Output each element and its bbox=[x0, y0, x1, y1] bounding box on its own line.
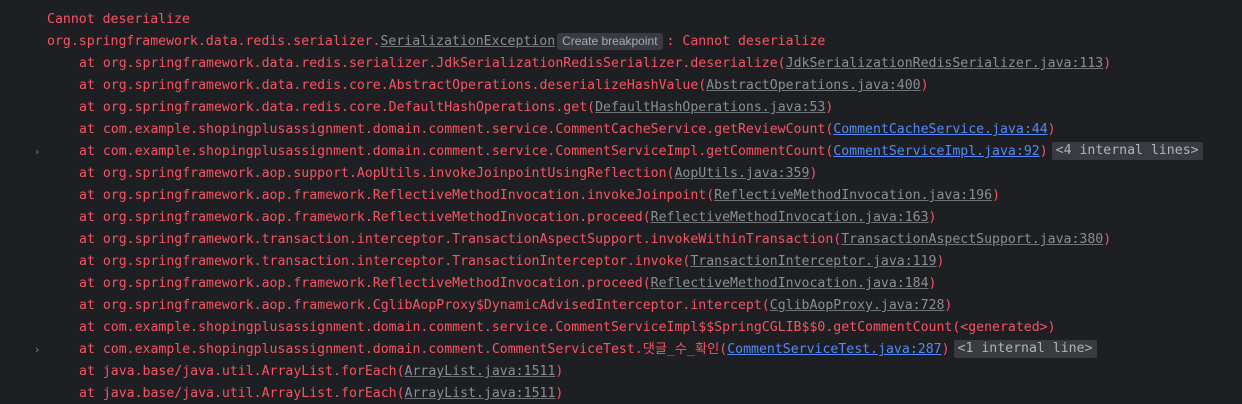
stack-frame: › at com.example.shopingplusassignment.do… bbox=[35, 339, 1242, 361]
frame-text: at org.springframework.aop.framework.Ref… bbox=[79, 276, 651, 291]
source-link[interactable]: DefaultHashOperations.java:53 bbox=[595, 100, 825, 115]
frame-text: at com.example.shopingplusassignment.dom… bbox=[79, 342, 728, 357]
source-link[interactable]: ReflectiveMethodInvocation.java:163 bbox=[651, 210, 929, 225]
source-link[interactable]: CommentServiceImpl.java:92 bbox=[833, 144, 1039, 159]
frame-suffix: ) bbox=[941, 342, 950, 357]
frame-text: at com.example.shopingplusassignment.dom… bbox=[79, 122, 834, 137]
frame-text: at java.base/java.util.ArrayList.forEach… bbox=[79, 386, 405, 401]
frame-suffix: ) bbox=[825, 100, 834, 115]
frame-text: at com.example.shopingplusassignment.dom… bbox=[79, 144, 834, 159]
stack-frame: at org.springframework.aop.framework.Ref… bbox=[47, 185, 1242, 207]
source-link[interactable]: CommentCacheService.java:44 bbox=[833, 122, 1047, 137]
exception-package: org.springframework.data.redis.serialize… bbox=[47, 34, 381, 49]
source-link[interactable]: ArrayList.java:1511 bbox=[405, 364, 556, 379]
source-link[interactable]: ArrayList.java:1511 bbox=[405, 386, 556, 401]
frame-text: at org.springframework.data.redis.serial… bbox=[79, 56, 786, 71]
frame-suffix: ) bbox=[944, 298, 953, 313]
frame-suffix: ) bbox=[555, 386, 564, 401]
frame-text: at java.base/java.util.ArrayList.forEach… bbox=[79, 364, 405, 379]
stack-frame: at com.example.shopingplusassignment.dom… bbox=[47, 317, 1242, 339]
source-link[interactable]: ReflectiveMethodInvocation.java:196 bbox=[714, 188, 992, 203]
source-link[interactable]: CommentServiceTest.java:287 bbox=[727, 342, 941, 357]
chevron-right-icon[interactable]: › bbox=[35, 141, 39, 163]
create-breakpoint-button[interactable]: Create breakpoint bbox=[557, 32, 663, 50]
console-gutter bbox=[0, 0, 34, 404]
stack-frame: at org.springframework.data.redis.core.A… bbox=[47, 75, 1242, 97]
source-link[interactable]: CglibAopProxy.java:728 bbox=[770, 298, 945, 313]
internal-lines-badge[interactable]: <4 internal lines> bbox=[1051, 142, 1203, 160]
stack-frame: at java.base/java.util.ArrayList.forEach… bbox=[47, 383, 1242, 404]
stack-frame: at com.example.shopingplusassignment.dom… bbox=[47, 119, 1242, 141]
stack-frame: at java.base/java.util.ArrayList.forEach… bbox=[47, 361, 1242, 383]
stack-frame: at org.springframework.transaction.inter… bbox=[47, 229, 1242, 251]
frame-suffix: ) bbox=[809, 166, 818, 181]
frame-suffix: ) bbox=[1103, 232, 1112, 247]
stack-frame: at org.springframework.data.redis.core.D… bbox=[47, 97, 1242, 119]
error-header: Cannot deserialize bbox=[47, 12, 190, 27]
frame-suffix: ) bbox=[992, 188, 1001, 203]
stack-frame: at org.springframework.data.redis.serial… bbox=[47, 53, 1242, 75]
frame-text: at org.springframework.aop.framework.Ref… bbox=[79, 210, 651, 225]
stack-frame: at org.springframework.aop.framework.Ref… bbox=[47, 273, 1242, 295]
stack-frame: › at com.example.shopingplusassignment.do… bbox=[35, 141, 1242, 163]
frame-suffix: ) bbox=[1039, 144, 1048, 159]
frame-text: at com.example.shopingplusassignment.dom… bbox=[79, 320, 1056, 335]
frame-text: at org.springframework.aop.framework.Ref… bbox=[79, 188, 715, 203]
frame-suffix: ) bbox=[920, 78, 929, 93]
stack-frame: at org.springframework.aop.framework.Cgl… bbox=[47, 295, 1242, 317]
frame-text: at org.springframework.aop.framework.Cgl… bbox=[79, 298, 770, 313]
internal-lines-badge[interactable]: <1 internal line> bbox=[953, 340, 1097, 358]
console-content: Cannot deserialize org.springframework.d… bbox=[35, 9, 1242, 404]
source-link[interactable]: AopUtils.java:359 bbox=[674, 166, 809, 181]
stack-frame: at org.springframework.transaction.inter… bbox=[47, 251, 1242, 273]
frame-text: at org.springframework.data.redis.core.D… bbox=[79, 100, 596, 115]
source-link[interactable]: TransactionInterceptor.java:119 bbox=[690, 254, 936, 269]
frame-suffix: ) bbox=[555, 364, 564, 379]
frame-text: at org.springframework.data.redis.core.A… bbox=[79, 78, 707, 93]
frame-text: at org.springframework.transaction.inter… bbox=[79, 254, 691, 269]
frame-suffix: ) bbox=[936, 254, 945, 269]
frame-suffix: ) bbox=[928, 210, 937, 225]
frame-suffix: ) bbox=[928, 276, 937, 291]
frame-suffix: ) bbox=[1103, 56, 1112, 71]
source-link[interactable]: ReflectiveMethodInvocation.java:184 bbox=[651, 276, 929, 291]
chevron-right-icon[interactable]: › bbox=[35, 339, 39, 361]
frame-text: at org.springframework.aop.support.AopUt… bbox=[79, 166, 675, 181]
console-output: Cannot deserialize org.springframework.d… bbox=[0, 0, 1242, 404]
source-link[interactable]: AbstractOperations.java:400 bbox=[706, 78, 920, 93]
stack-frame: at org.springframework.aop.support.AopUt… bbox=[47, 163, 1242, 185]
frame-suffix: ) bbox=[1047, 122, 1056, 137]
exception-line: org.springframework.data.redis.serialize… bbox=[47, 31, 1242, 53]
exception-message: : Cannot deserialize bbox=[666, 34, 826, 49]
exception-class-link[interactable]: SerializationException bbox=[380, 34, 555, 49]
source-link[interactable]: JdkSerializationRedisSerializer.java:113 bbox=[786, 56, 1104, 71]
frame-text: at org.springframework.transaction.inter… bbox=[79, 232, 842, 247]
source-link[interactable]: TransactionAspectSupport.java:380 bbox=[841, 232, 1103, 247]
stack-frame: at org.springframework.aop.framework.Ref… bbox=[47, 207, 1242, 229]
